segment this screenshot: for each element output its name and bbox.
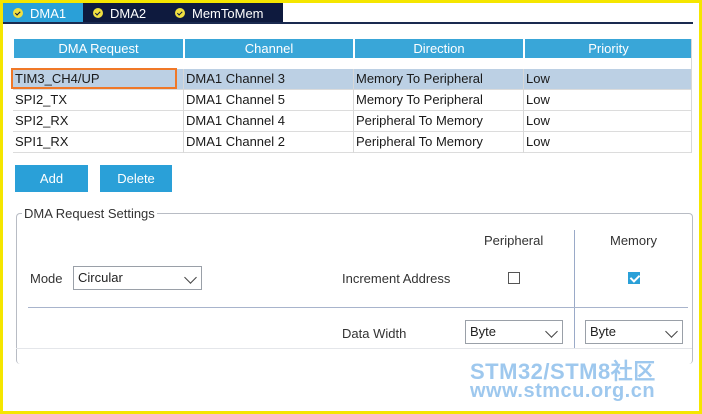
cell-dma-request: SPI2_RX xyxy=(15,113,69,128)
memory-data-width-select[interactable]: Byte xyxy=(585,320,683,344)
tab-label: MemToMem xyxy=(192,5,264,21)
mode-value: Circular xyxy=(78,270,123,285)
row-divider xyxy=(13,110,691,111)
row-divider xyxy=(13,89,691,90)
chevron-down-icon xyxy=(665,325,678,338)
chevron-down-icon xyxy=(184,271,197,284)
panel-bottom xyxy=(16,348,692,349)
check-icon xyxy=(93,8,103,18)
tab-underline xyxy=(3,22,693,24)
selected-row-highlight xyxy=(11,68,177,89)
tab-dma2[interactable]: DMA2 xyxy=(83,3,165,23)
cell-channel: DMA1 Channel 3 xyxy=(186,71,285,86)
peripheral-width-value: Byte xyxy=(470,324,497,339)
cell-priority: Low xyxy=(526,113,550,128)
delete-button[interactable]: Delete xyxy=(100,165,172,192)
add-button[interactable]: Add xyxy=(15,165,88,192)
cell-direction: Memory To Peripheral xyxy=(356,71,483,86)
column-header-channel[interactable]: Channel xyxy=(185,39,353,58)
mode-select[interactable]: Circular xyxy=(73,266,202,290)
cell-channel: DMA1 Channel 4 xyxy=(186,113,285,128)
group-title: DMA Request Settings xyxy=(22,206,157,221)
memory-width-value: Byte xyxy=(590,324,617,339)
row-divider xyxy=(13,152,691,153)
cell-priority: Low xyxy=(526,134,550,149)
cell-direction: Peripheral To Memory xyxy=(356,134,483,149)
column-divider xyxy=(183,69,184,153)
table-row[interactable]: SPI1_RX DMA1 Channel 2 Peripheral To Mem… xyxy=(13,132,691,152)
memory-increment-checkbox[interactable] xyxy=(628,272,640,284)
row-divider xyxy=(13,131,691,132)
peripheral-header: Peripheral xyxy=(484,233,544,248)
cell-channel: DMA1 Channel 5 xyxy=(186,92,285,107)
tab-bar: DMA1 DMA2 MemToMem xyxy=(3,3,696,23)
peripheral-data-width-select[interactable]: Byte xyxy=(465,320,563,344)
cell-direction: Peripheral To Memory xyxy=(356,113,483,128)
memory-header: Memory xyxy=(610,233,657,248)
watermark-url: www.stmcu.org.cn xyxy=(470,380,656,402)
peripheral-increment-checkbox[interactable] xyxy=(508,272,520,284)
column-divider xyxy=(353,69,354,153)
check-icon xyxy=(175,8,185,18)
data-width-label: Data Width xyxy=(342,326,407,341)
settings-separator xyxy=(28,307,688,308)
column-header-direction[interactable]: Direction xyxy=(355,39,523,58)
chevron-down-icon xyxy=(545,325,558,338)
tab-dma1[interactable]: DMA1 xyxy=(3,3,83,23)
check-icon xyxy=(13,8,23,18)
column-header-priority[interactable]: Priority xyxy=(525,39,692,58)
settings-divider xyxy=(574,230,575,348)
cell-direction: Memory To Peripheral xyxy=(356,92,483,107)
tab-memtomem[interactable]: MemToMem xyxy=(165,3,283,23)
increment-address-label: Increment Address xyxy=(342,271,451,286)
tab-label: DMA2 xyxy=(110,5,147,21)
mode-label: Mode xyxy=(30,271,63,286)
cell-priority: Low xyxy=(526,71,550,86)
cell-channel: DMA1 Channel 2 xyxy=(186,134,285,149)
cell-dma-request: SPI1_RX xyxy=(15,134,69,149)
cell-dma-request: SPI2_TX xyxy=(15,92,68,107)
tab-label: DMA1 xyxy=(30,5,67,21)
table-row[interactable]: SPI2_RX DMA1 Channel 4 Peripheral To Mem… xyxy=(13,111,691,131)
column-header-dma-request[interactable]: DMA Request xyxy=(14,39,183,58)
cell-priority: Low xyxy=(526,92,550,107)
column-divider xyxy=(523,69,524,153)
column-divider xyxy=(691,39,692,153)
table-row[interactable]: SPI2_TX DMA1 Channel 5 Memory To Periphe… xyxy=(13,90,691,110)
